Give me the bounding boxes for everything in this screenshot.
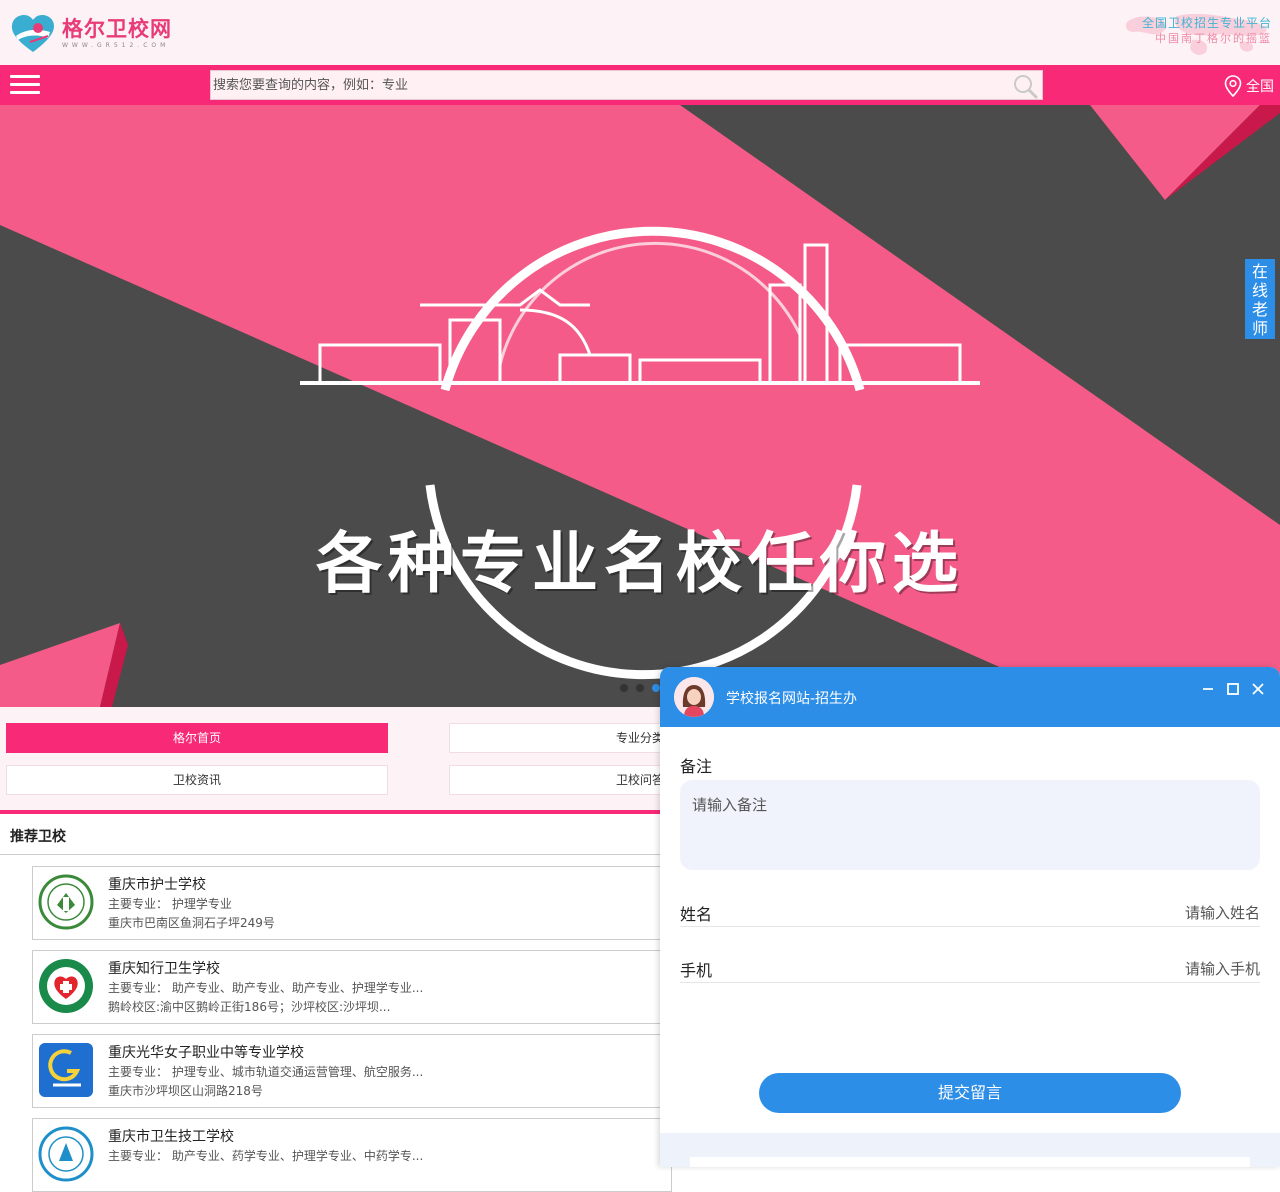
- hero-banner[interactable]: 各种专业名校任你选: [0, 105, 1280, 707]
- slogan-line-2: 中国南丁格尔的摇篮: [1155, 32, 1272, 45]
- slogan-line-1: 全国卫校招生专业平台: [1141, 16, 1272, 30]
- name-input[interactable]: [960, 901, 1260, 925]
- header-slogan: 全国卫校招生专业平台 中国南丁格尔的摇篮: [1102, 13, 1272, 58]
- chat-title: 学校报名网站-招生办: [726, 691, 858, 707]
- search-input[interactable]: [211, 71, 1001, 99]
- section-title-recommended: 推荐卫校: [10, 829, 66, 845]
- heart-logo-icon: [11, 15, 54, 52]
- agent-avatar-icon: [674, 677, 714, 717]
- search-box: [210, 70, 1043, 100]
- school-name: 重庆市护士学校: [108, 877, 206, 893]
- agent-avatar: [674, 677, 714, 717]
- school-address: 重庆市巴南区鱼洞石子坪249号: [108, 916, 275, 930]
- chat-input-area[interactable]: [690, 1157, 1250, 1167]
- school-item[interactable]: 重庆市护士学校 主要专业： 护理学专业 重庆市巴南区鱼洞石子坪249号: [32, 866, 672, 940]
- section-divider: [0, 810, 660, 814]
- minimize-icon[interactable]: [1200, 681, 1216, 697]
- search-icon[interactable]: [1012, 73, 1038, 99]
- school-name: 重庆市卫生技工学校: [108, 1129, 234, 1145]
- side-tab-char-3: 老: [1251, 300, 1268, 319]
- submit-message-button[interactable]: 提交留言: [759, 1073, 1181, 1113]
- phone-field-underline: [680, 982, 1260, 983]
- region-label: 全国: [1246, 79, 1274, 95]
- school-item[interactable]: 重庆光华女子职业中等专业学校 主要专业： 护理专业、城市轨道交通运营管理、航空服…: [32, 1034, 672, 1108]
- school-major: 主要专业： 助产专业、助产专业、助产专业、护理学专业...: [108, 981, 424, 995]
- school-name: 重庆知行卫生学校: [108, 961, 220, 977]
- school-emblem-icon: [39, 959, 93, 1013]
- side-tab-char-1: 在: [1251, 262, 1268, 281]
- school-emblem-icon: [38, 1126, 94, 1182]
- note-textarea[interactable]: [680, 780, 1260, 870]
- school-item[interactable]: 重庆知行卫生学校 主要专业： 助产专业、助产专业、助产专业、护理学专业... 鹅…: [32, 950, 672, 1024]
- banner-title: 各种专业名校任你选: [316, 525, 964, 602]
- school-emblem-icon: [38, 874, 94, 930]
- carousel-dot-1[interactable]: [620, 684, 628, 692]
- note-label: 备注: [680, 757, 713, 776]
- close-icon[interactable]: [1250, 681, 1266, 697]
- region-selector[interactable]: 全国: [1224, 75, 1274, 97]
- site-logo[interactable]: 格尔卫校网 WWW.GR512.COM: [10, 14, 172, 54]
- school-major: 主要专业： 助产专业、药学专业、护理学专业、中药学专...: [108, 1149, 424, 1163]
- name-field-underline: [680, 926, 1260, 927]
- maximize-icon[interactable]: [1225, 681, 1241, 697]
- school-item[interactable]: 重庆市卫生技工学校 主要专业： 助产专业、药学专业、护理学专业、中药学专...: [32, 1118, 672, 1192]
- quick-nav: 格尔首页 专业分类 卫校资讯 卫校问答: [0, 707, 831, 810]
- banner-graphic: [0, 105, 1280, 707]
- school-major: 主要专业： 护理学专业: [108, 897, 232, 911]
- name-label: 姓名: [680, 905, 713, 924]
- top-navbar: 全国: [0, 65, 1280, 105]
- phone-label: 手机: [680, 961, 713, 980]
- online-teacher-tab[interactable]: 在 线 老 师: [1245, 259, 1275, 339]
- nav-school-news[interactable]: 卫校资讯: [6, 765, 388, 795]
- side-tab-char-2: 线: [1251, 281, 1268, 300]
- school-major: 主要专业： 护理专业、城市轨道交通运营管理、航空服务...: [108, 1065, 424, 1079]
- chat-footer: [660, 1133, 1280, 1167]
- side-tab-char-4: 师: [1251, 319, 1268, 338]
- school-emblem-icon: [39, 1043, 93, 1097]
- logo-title: 格尔卫校网: [62, 17, 172, 41]
- nav-home[interactable]: 格尔首页: [6, 723, 388, 753]
- section-underline: [0, 854, 660, 855]
- chat-widget: 学校报名网站-招生办 备注 姓名 手机 提交留言: [660, 667, 1280, 1167]
- logo-subtitle: WWW.GR512.COM: [62, 42, 170, 49]
- chat-header: 学校报名网站-招生办: [660, 667, 1280, 727]
- carousel-dot-2[interactable]: [636, 684, 644, 692]
- hamburger-menu-icon[interactable]: [10, 75, 40, 95]
- school-address: 重庆市沙坪坝区山洞路218号: [108, 1084, 263, 1098]
- location-pin-icon: [1224, 75, 1242, 97]
- phone-input[interactable]: [960, 957, 1260, 981]
- site-header: 格尔卫校网 WWW.GR512.COM 全国卫校招生专业平台 中国南丁格尔的摇篮: [0, 0, 1280, 65]
- carousel-dot-3[interactable]: [652, 684, 660, 692]
- school-address: 鹅岭校区:渝中区鹅岭正街186号；沙坪校区:沙坪坝...: [108, 1000, 391, 1014]
- school-name: 重庆光华女子职业中等专业学校: [108, 1045, 304, 1061]
